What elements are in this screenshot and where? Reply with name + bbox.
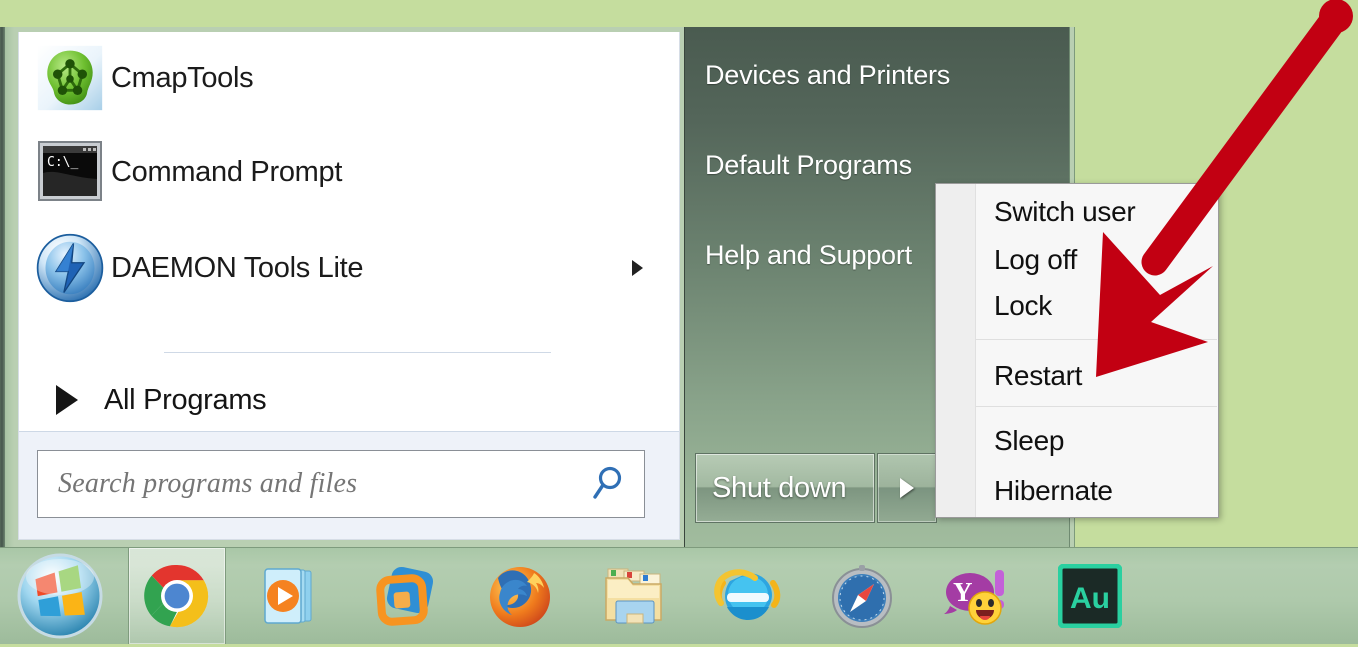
mozilla-firefox-icon — [490, 567, 550, 627]
windows-explorer-icon — [605, 568, 662, 624]
right-item-label: Devices and Printers — [705, 59, 951, 90]
power-menu-item-switch-user[interactable]: Switch user — [976, 190, 1217, 233]
power-menu-item-restart[interactable]: Restart — [976, 354, 1217, 397]
taskbar-button-mozilla-firefox[interactable] — [472, 548, 568, 644]
power-menu-item-log-off[interactable]: Log off — [976, 238, 1217, 281]
taskbar-button-internet-explorer[interactable] — [700, 548, 796, 644]
pinned-programs-list: CmapTools C:\_ Command Prompt DAEMON Too… — [19, 32, 679, 416]
power-menu-item-label: Switch user — [994, 195, 1136, 227]
start-menu: CmapTools C:\_ Command Prompt DAEMON Too… — [0, 27, 1075, 548]
taskbar-button-google-chrome[interactable] — [128, 548, 226, 644]
menu-gutter — [936, 184, 976, 517]
power-options-menu: Switch user Log off Lock Restart Sleep H… — [935, 183, 1219, 518]
program-item-cmaptools[interactable]: CmapTools — [19, 38, 679, 118]
internet-explorer-icon — [714, 569, 781, 620]
windows-media-player-icon — [264, 568, 312, 624]
google-chrome-icon — [144, 564, 209, 628]
taskbar-button-windows-media-player[interactable] — [244, 548, 340, 644]
program-label: CmapTools — [111, 61, 254, 94]
power-menu-separator — [976, 339, 1217, 340]
taskbar-button-adobe-audition[interactable]: Au — [1042, 548, 1138, 644]
taskbar-button-vmware-workstation[interactable] — [358, 548, 454, 644]
chevron-right-icon — [632, 260, 643, 276]
shut-down-label: Shut down — [712, 471, 847, 504]
safari-icon — [832, 565, 892, 628]
start-menu-left-pane: CmapTools C:\_ Command Prompt DAEMON Too… — [18, 32, 680, 540]
search-box[interactable] — [37, 450, 645, 518]
power-menu-item-label: Log off — [994, 243, 1078, 275]
right-item-label: Help and Support — [705, 239, 912, 270]
all-programs-label: All Programs — [104, 383, 267, 416]
right-item-label: Default Programs — [705, 149, 912, 180]
taskbar-button-yahoo-messenger[interactable]: Y — [928, 548, 1024, 644]
shutdown-control-group: Shut down — [695, 453, 937, 523]
svg-text:C:\_: C:\_ — [47, 155, 78, 170]
start-orb[interactable] — [14, 550, 106, 642]
search-input[interactable] — [38, 450, 590, 518]
vmware-workstation-icon — [376, 566, 434, 626]
power-menu-separator — [976, 406, 1217, 407]
yahoo-messenger-icon: Y — [944, 570, 1004, 625]
power-menu-item-sleep[interactable]: Sleep — [976, 419, 1217, 462]
chevron-right-icon — [900, 478, 914, 498]
shut-down-button[interactable]: Shut down — [695, 453, 875, 523]
taskbar-button-windows-explorer[interactable] — [586, 548, 682, 644]
svg-text:Au: Au — [1070, 582, 1110, 615]
search-area — [19, 431, 679, 539]
search-icon — [590, 466, 624, 502]
triangle-right-icon — [56, 385, 78, 415]
taskbar-button-safari[interactable] — [814, 548, 910, 644]
program-label: Command Prompt — [111, 155, 343, 188]
command-prompt-icon: C:\_ — [35, 139, 105, 205]
power-menu-item-label: Sleep — [994, 424, 1065, 456]
power-menu-item-lock[interactable]: Lock — [976, 284, 1217, 327]
shutdown-options-button[interactable] — [877, 453, 937, 523]
programs-separator — [164, 352, 551, 353]
power-menu-item-hibernate[interactable]: Hibernate — [976, 469, 1217, 512]
cmaptools-icon — [35, 41, 105, 115]
right-item-devices-and-printers[interactable]: Devices and Printers — [685, 47, 1069, 103]
power-menu-item-label: Lock — [994, 289, 1052, 321]
all-programs-button[interactable]: All Programs — [19, 367, 679, 433]
daemon-tools-icon — [35, 228, 105, 308]
program-item-daemon-tools-lite[interactable]: DAEMON Tools Lite — [19, 228, 679, 308]
program-item-command-prompt[interactable]: C:\_ Command Prompt — [19, 132, 679, 212]
power-menu-item-label: Restart — [994, 359, 1083, 391]
program-label: DAEMON Tools Lite — [111, 251, 364, 284]
adobe-audition-icon: Au — [1058, 564, 1122, 628]
taskbar: Y Au — [0, 547, 1358, 644]
power-menu-item-label: Hibernate — [994, 474, 1113, 506]
